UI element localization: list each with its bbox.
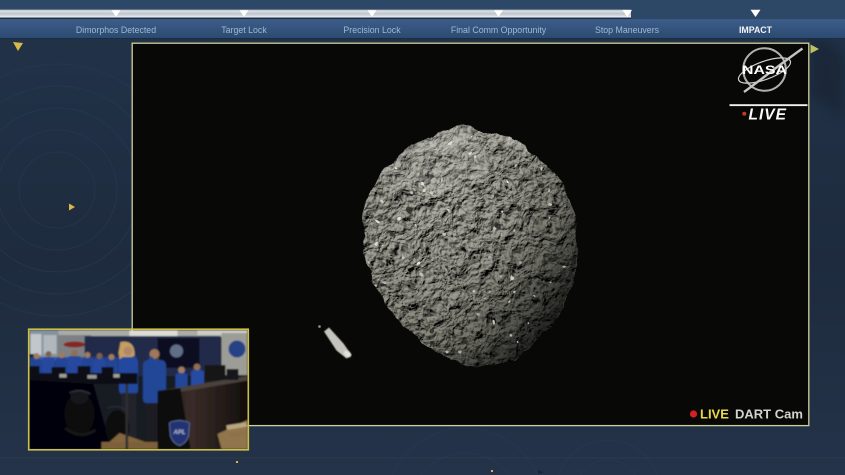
svg-text:Precision Lock: Precision Lock bbox=[343, 25, 401, 35]
svg-text:Stop Maneuvers: Stop Maneuvers bbox=[595, 25, 660, 35]
svg-text:NASA: NASA bbox=[742, 63, 788, 77]
svg-text:Dimorphos Detected: Dimorphos Detected bbox=[76, 25, 156, 35]
svg-text:IMPACT: IMPACT bbox=[739, 25, 773, 35]
svg-text:Final Comm Opportunity: Final Comm Opportunity bbox=[451, 25, 547, 35]
svg-text:LIVE: LIVE bbox=[749, 107, 787, 124]
svg-text:Target Lock: Target Lock bbox=[221, 25, 267, 35]
svg-text:DART Cam: DART Cam bbox=[735, 407, 803, 422]
svg-text:LIVE: LIVE bbox=[700, 407, 729, 422]
